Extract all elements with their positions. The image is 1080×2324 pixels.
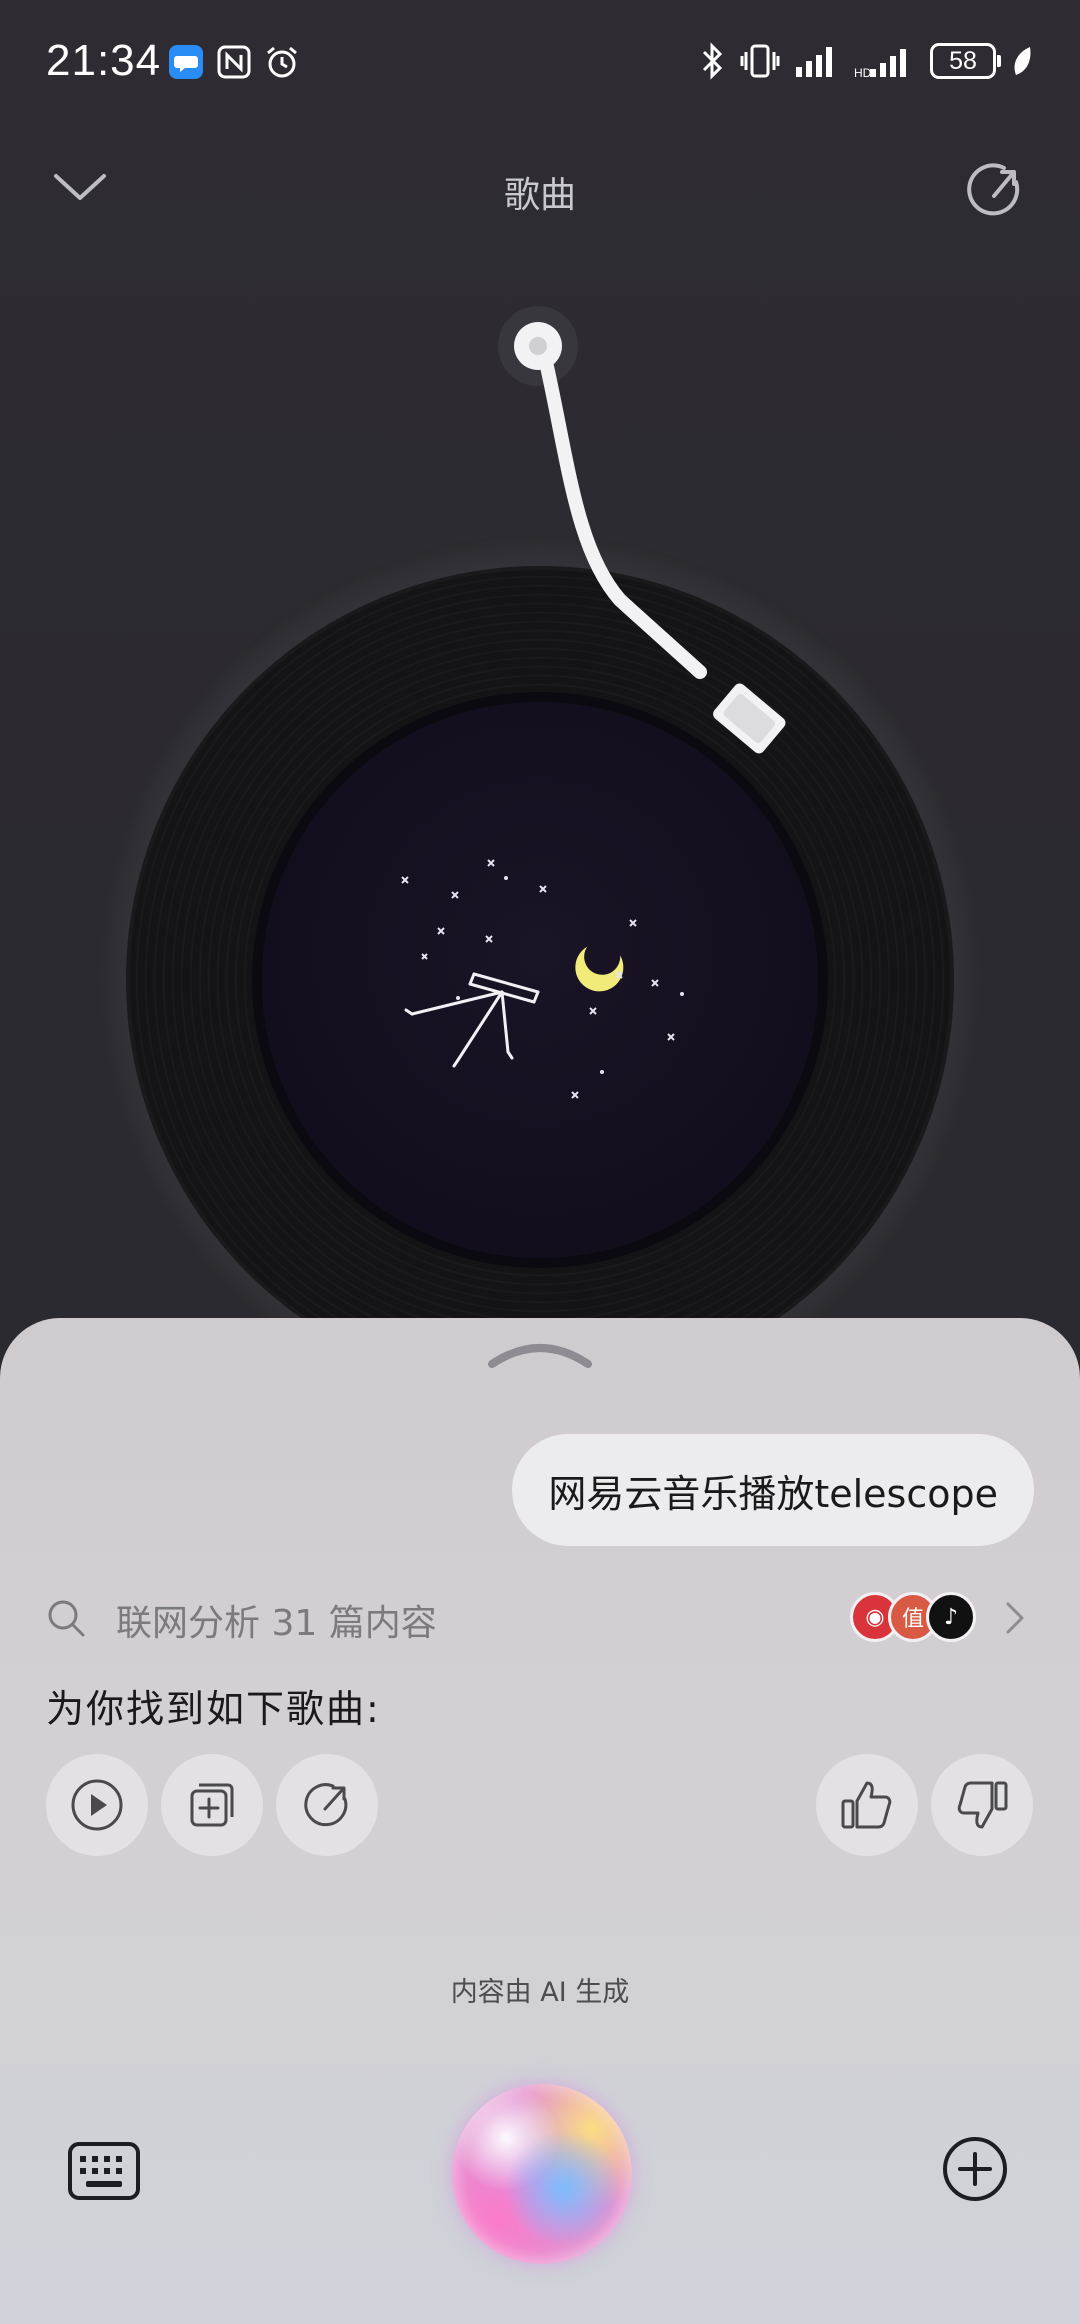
signal-icon (796, 47, 832, 77)
signal-2-icon: HD (854, 49, 906, 79)
search-icon (48, 1600, 85, 1637)
thumbs-down-button[interactable] (931, 1754, 1033, 1856)
page-title: 歌曲 (503, 175, 576, 216)
add-to-playlist-button[interactable] (161, 1754, 263, 1856)
refresh-icon[interactable] (964, 158, 1028, 222)
tiktok-icon: ♪ (926, 1592, 976, 1642)
screen: 21:34 HD 58 歌曲 网易云音乐播放telescope 联网分析 31 … (0, 0, 1080, 2324)
leaf-icon (1014, 47, 1031, 75)
telescope-night-sky-icon (401, 859, 684, 1099)
expand-handle-icon[interactable] (486, 1336, 594, 1370)
search-summary-text: 联网分析 31 篇内容 (116, 1603, 437, 1644)
nfc-icon (217, 45, 251, 79)
bluetooth-icon (702, 42, 723, 80)
result-heading: 为你找到如下歌曲: (46, 1687, 381, 1731)
play-icon (71, 1779, 123, 1831)
add-to-playlist-icon (190, 1783, 234, 1827)
alarm-icon (267, 46, 297, 78)
status-right-icons: HD 58 (700, 42, 1034, 80)
share-icon (304, 1783, 348, 1827)
tonearm[interactable] (490, 300, 820, 770)
source-icons: ◉ 值 ♪ (850, 1592, 976, 1642)
assistant-sheet: 网易云音乐播放telescope 联网分析 31 篇内容 ◉ 值 ♪ 为你找到如… (0, 1318, 1080, 2324)
voice-input-orb[interactable] (452, 2084, 632, 2264)
vibrate-icon (740, 44, 780, 78)
battery-level: 58 (949, 46, 977, 75)
status-time: 21:34 (46, 36, 162, 85)
svg-text:HD: HD (854, 66, 872, 79)
battery-icon: 58 (930, 43, 1001, 79)
plus-icon[interactable] (940, 2134, 1010, 2204)
status-bar: 21:34 HD 58 (0, 0, 1080, 130)
thumbs-up-button[interactable] (816, 1754, 918, 1856)
user-message-bubble[interactable]: 网易云音乐播放telescope (512, 1434, 1034, 1546)
thumbs-up-icon (841, 1781, 892, 1829)
share-button[interactable] (276, 1754, 378, 1856)
chevron-right-icon[interactable] (994, 1598, 1034, 1638)
thumbs-down-icon (957, 1781, 1008, 1829)
album-artwork (262, 702, 818, 1258)
message-icon (169, 45, 203, 79)
web-search-summary[interactable]: 联网分析 31 篇内容 ◉ 值 ♪ (46, 1590, 1034, 1646)
keyboard-icon[interactable] (66, 2138, 142, 2204)
play-button[interactable] (46, 1754, 148, 1856)
status-left-icons (168, 44, 300, 80)
ai-generated-note: 内容由 AI 生成 (450, 1977, 630, 2008)
